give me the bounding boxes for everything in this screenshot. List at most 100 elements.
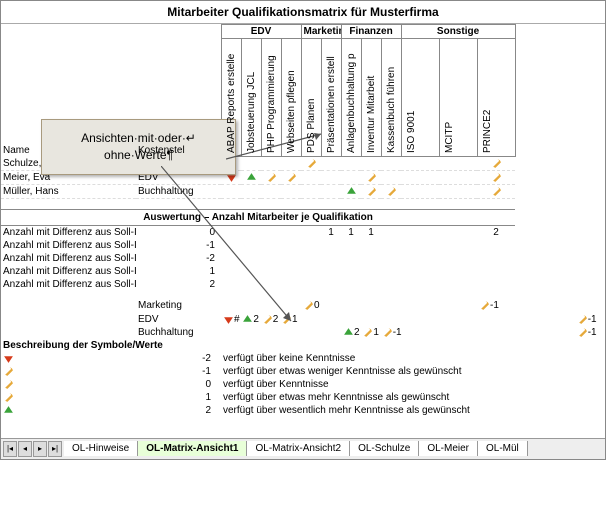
skill-h: Anlagenbuchhaltung p: [341, 39, 361, 157]
group-sonstige: Sonstige: [401, 25, 515, 39]
count-cell: 1: [341, 226, 361, 240]
sum-cost: Marketing: [136, 299, 221, 312]
legend-rows: -2verfügt über keine Kenntnisse-1verfügt…: [1, 352, 605, 418]
sum-cell: [439, 313, 477, 326]
count-cell: [301, 226, 321, 240]
skill-cell: [241, 157, 261, 171]
table-row: Anzahl mit Differenz aus Soll-IST:01112: [1, 226, 605, 240]
skill-cell: [281, 157, 301, 171]
sum-cell: 2 1 -1: [341, 326, 439, 339]
sum-cell: [221, 299, 241, 312]
sum-cell: [241, 326, 261, 339]
tab-prev-icon: ◂: [18, 441, 32, 457]
sum-cost: Buchhaltung: [136, 326, 221, 339]
group-marketing: Marketing: [301, 25, 341, 39]
count-cell: 1: [361, 226, 381, 240]
skill-cell: [401, 171, 439, 185]
tab-nav[interactable]: |◂◂▸▸|: [1, 441, 64, 457]
count-cell: 2: [477, 226, 515, 240]
skill-cell: [281, 171, 301, 185]
sum-cell: [477, 326, 515, 339]
skill-cell: [321, 157, 341, 171]
skill-cell: [321, 171, 341, 185]
sum-cell: [281, 299, 301, 312]
skill-cell: [301, 171, 321, 185]
skill-cell: [261, 171, 281, 185]
sum-cell: [301, 326, 321, 339]
tab-next-icon: ▸: [33, 441, 47, 457]
skill-h: ABAP Reports erstelle: [221, 39, 241, 157]
sum-cell: [221, 326, 241, 339]
skill-cell: [261, 157, 281, 171]
diff-label: Anzahl mit Differenz aus Soll-IST:: [1, 252, 136, 265]
skill-cell: [361, 171, 381, 185]
skill-cell: [381, 171, 401, 185]
skill-cell: [439, 157, 477, 171]
sum-cell: [361, 299, 381, 312]
table-row: 1verfügt über etwas mehr Kenntnisse als …: [1, 391, 605, 404]
skill-cell: [477, 157, 515, 171]
legend-text: verfügt über etwas mehr Kenntnisse als g…: [221, 391, 515, 404]
sum-cell: -1: [575, 313, 605, 326]
tab-ol-matrix-ansicht1[interactable]: OL-Matrix-Ansicht1: [138, 441, 247, 456]
diff-rows: Anzahl mit Differenz aus Soll-IST:01112A…: [1, 226, 605, 292]
skill-cell: [281, 185, 301, 199]
sum-cell: [361, 313, 381, 326]
emp-cost: Buchhaltung: [136, 185, 221, 199]
table-row: Müller, HansBuchhaltung: [1, 185, 605, 199]
sum-cell: [515, 313, 545, 326]
spreadsheet: Mitarbeiter Qualifikationsmatrix für Mus…: [0, 0, 606, 460]
skill-cell: [341, 185, 361, 199]
legend-val: -2: [136, 352, 221, 365]
sheet-tabs: |◂◂▸▸| OL-HinweiseOL-Matrix-Ansicht1OL-M…: [1, 438, 605, 459]
count-cell: [241, 226, 261, 240]
legend-val: 0: [136, 378, 221, 391]
skill-cell: [439, 171, 477, 185]
sum-cell: # 2 2 1 0: [221, 313, 301, 326]
legend-text: verfügt über wesentlich mehr Kenntnisse …: [221, 404, 515, 417]
sum-cell: [439, 299, 477, 312]
legend-title: Beschreibung der Symbole/Werte: [1, 339, 515, 352]
table-row: 0verfügt über Kenntnisse: [1, 378, 605, 391]
table-row: EDV# 2 2 1 0-1: [1, 313, 605, 326]
legend-icon: [1, 391, 136, 404]
legend-val: 2: [136, 404, 221, 417]
sum-cell: [301, 313, 321, 326]
table-row: 2verfügt über wesentlich mehr Kenntnisse…: [1, 404, 605, 417]
table-row: Anzahl mit Differenz aus Soll-IST:-1: [1, 239, 605, 252]
table-row: -1verfügt über etwas weniger Kenntnisse …: [1, 365, 605, 378]
legend-icon: [1, 404, 136, 417]
skill-cell: [477, 171, 515, 185]
skill-h: ISO 9001: [401, 39, 439, 157]
skill-h: PRINCE2: [477, 39, 515, 157]
skill-h: Jobsteuerung JCL: [241, 39, 261, 157]
tab-ol-meier[interactable]: OL-Meier: [419, 441, 478, 456]
sum-cell: [381, 299, 401, 312]
tab-ol-mül[interactable]: OL-Mül: [478, 441, 528, 456]
skill-h: Inventur Mitarbeit: [361, 39, 381, 157]
count-cell: [381, 226, 401, 240]
eval-title: Auswertung – Anzahl Mitarbeiter je Quali…: [1, 210, 515, 226]
sum-cell: [401, 313, 439, 326]
skill-cell: [301, 157, 321, 171]
skill-cell: [341, 171, 361, 185]
sum-cell: [401, 299, 439, 312]
count-cell: [221, 226, 241, 240]
skill-cell: [361, 157, 381, 171]
sum-cell: [281, 326, 301, 339]
diff-val: 2: [136, 278, 221, 291]
sum-cell: [545, 326, 575, 339]
sum-cell: [261, 299, 281, 312]
count-cell: 1: [321, 226, 341, 240]
sum-cell: [439, 326, 477, 339]
tab-ol-schulze[interactable]: OL-Schulze: [350, 441, 419, 456]
tab-ol-hinweise[interactable]: OL-Hinweise: [64, 441, 138, 456]
sum-cell: [545, 313, 575, 326]
skill-h: PHP Programmierung: [261, 39, 281, 157]
skill-cell: [401, 185, 439, 199]
tab-ol-matrix-ansicht2[interactable]: OL-Matrix-Ansicht2: [247, 441, 350, 456]
skill-h: MCITP: [439, 39, 477, 157]
skill-cell: [261, 185, 281, 199]
legend-icon: [1, 365, 136, 378]
skill-cell: [341, 157, 361, 171]
